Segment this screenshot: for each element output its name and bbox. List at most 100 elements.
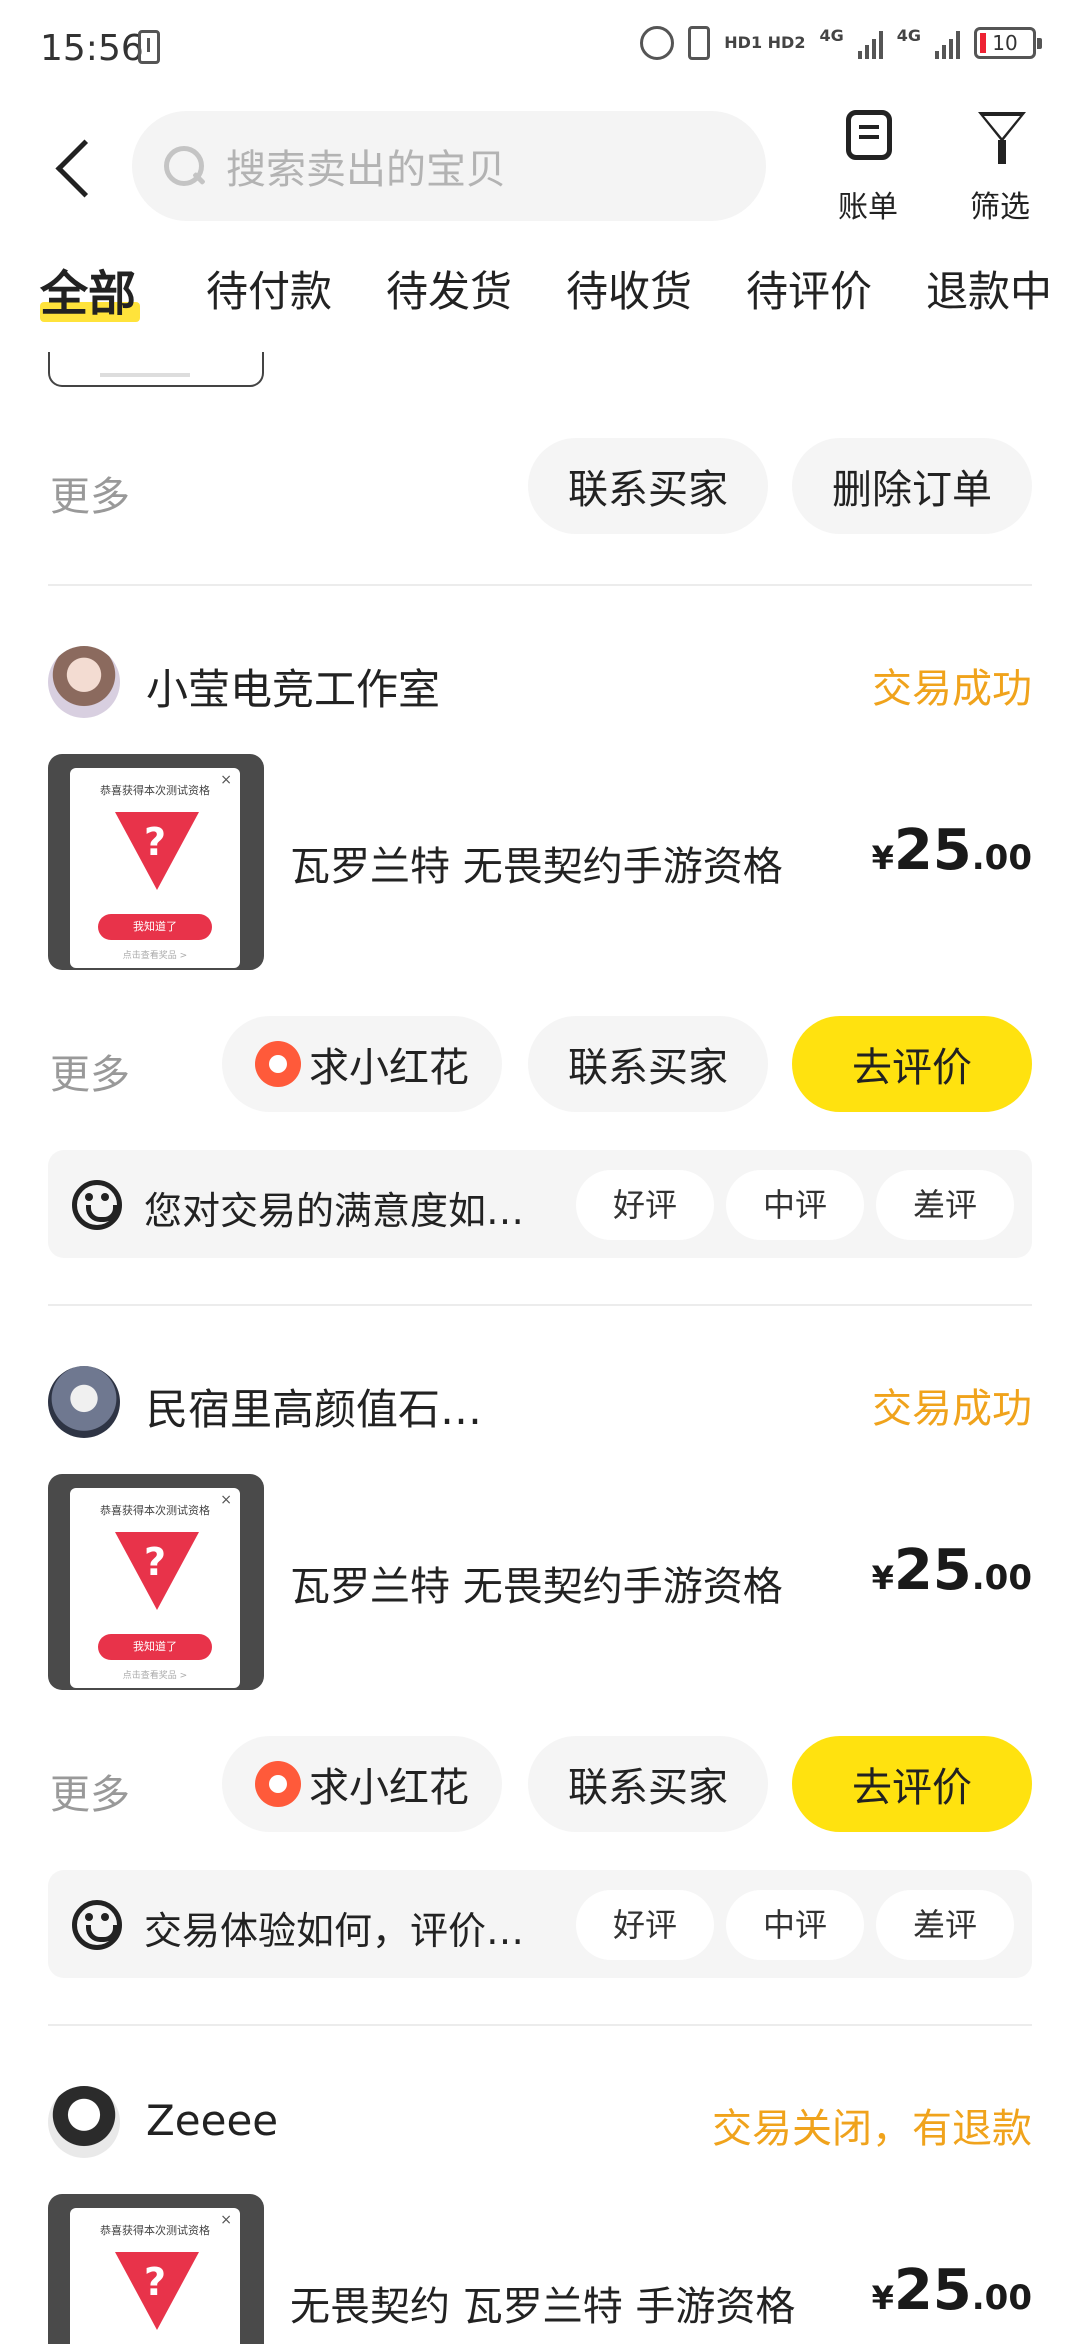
avatar[interactable]: [48, 1366, 120, 1438]
order-actions-0: 更多 联系买家 删除订单: [0, 438, 1080, 538]
ask-flower-button[interactable]: 求小红花: [222, 1016, 502, 1112]
currency-symbol: ¥: [871, 2279, 894, 2317]
price-decimal: .00: [971, 2278, 1032, 2318]
network-type-2: 4G: [896, 26, 921, 45]
currency-symbol: ¥: [871, 839, 894, 877]
battery-icon: 10: [974, 27, 1042, 59]
search-input[interactable]: 搜索卖出的宝贝: [132, 111, 766, 221]
thumbnail-card: 恭喜获得本次测试资格 × ? 我知道了 点击查看奖品 >: [70, 768, 240, 968]
thumbnail-link: 点击查看奖品 >: [122, 951, 188, 961]
filter-button[interactable]: 筛选: [950, 108, 1050, 226]
price-decimal: .00: [971, 1558, 1032, 1598]
order-status: 交易成功: [872, 1386, 1032, 1432]
item-price: ¥25.00: [872, 1538, 1032, 1603]
tab-pending-review[interactable]: 待评价: [746, 258, 872, 319]
rating-question: 交易体验如何，评价…: [144, 1909, 525, 1953]
search-icon: [162, 144, 206, 188]
tab-all-label: 全部: [40, 266, 137, 322]
item-price: ¥25.00: [872, 818, 1032, 883]
order-status: 交易关闭，有退款: [712, 2106, 1032, 2152]
more-button[interactable]: 更多: [50, 1762, 130, 1820]
contact-buyer-button[interactable]: 联系买家: [528, 1736, 768, 1832]
order-tabs: 全部 待付款 待发货 待收货 待评价 退款中: [0, 258, 1080, 328]
header: 搜索卖出的宝贝 账单 筛选: [0, 108, 1080, 226]
smile-icon: [72, 1900, 122, 1950]
rating-bar: 交易体验如何，评价… 好评 中评 差评: [48, 1870, 1032, 1978]
question-mark: ?: [143, 820, 167, 864]
rating-question: 您对交易的满意度如…: [144, 1189, 525, 1233]
more-button[interactable]: 更多: [50, 1042, 130, 1100]
more-button[interactable]: 更多: [50, 464, 130, 522]
order-header[interactable]: Zeeee 交易关闭，有退款: [0, 2082, 1080, 2162]
contact-buyer-button[interactable]: 联系买家: [528, 438, 768, 534]
status-icons: HD1 HD2 4G 4G 10: [640, 26, 1042, 60]
price-integer: 25: [893, 1538, 972, 1603]
signal-icon: [857, 27, 883, 59]
order-header[interactable]: 小莹电竞工作室 交易成功: [0, 642, 1080, 722]
review-button[interactable]: 去评价: [792, 1016, 1032, 1112]
bad-review-chip[interactable]: 差评: [876, 1890, 1014, 1960]
currency-symbol: ¥: [871, 1559, 894, 1597]
bill-button[interactable]: 账单: [818, 108, 918, 226]
thumbnail-card: 恭喜获得本次测试资格 × ?: [70, 2208, 240, 2344]
tab-all[interactable]: 全部: [40, 254, 136, 324]
order-item[interactable]: 恭喜获得本次测试资格 × ? 我知道了 点击查看奖品 > 瓦罗兰特 无畏契约手游…: [0, 1474, 1080, 1694]
tab-pending-receipt[interactable]: 待收货: [566, 258, 692, 319]
vibrate-icon: [688, 26, 711, 60]
status-time: 15:56: [40, 28, 144, 69]
network-type-1: 4G: [819, 26, 844, 45]
price-integer: 25: [893, 818, 972, 883]
notification-icon: [138, 30, 160, 64]
price-integer: 25: [893, 2258, 972, 2323]
order-actions-2: 更多 求小红花 联系买家 去评价: [0, 1736, 1080, 1836]
avatar[interactable]: [48, 646, 120, 718]
order-list[interactable]: 更多 联系买家 删除订单 小莹电竞工作室 交易成功 恭喜获得本次测试资格 × ?…: [0, 352, 1080, 2344]
product-thumbnail[interactable]: 恭喜获得本次测试资格 × ? 我知道了 点击查看奖品 >: [48, 1474, 264, 1690]
product-thumbnail-partial[interactable]: [48, 352, 264, 387]
order-item[interactable]: 恭喜获得本次测试资格 × ? 我知道了 点击查看奖品 > 瓦罗兰特 无畏契约手游…: [0, 754, 1080, 974]
flower-icon: [255, 1761, 301, 1807]
product-thumbnail[interactable]: 恭喜获得本次测试资格 × ?: [48, 2194, 264, 2344]
seller-name: 小莹电竞工作室: [146, 665, 441, 714]
ask-flower-label: 求小红花: [309, 1045, 469, 1091]
thumbnail-link: 点击查看奖品 >: [122, 1671, 188, 1681]
order-status: 交易成功: [872, 666, 1032, 712]
close-icon: ×: [220, 772, 232, 788]
price-decimal: .00: [971, 838, 1032, 878]
item-name: 瓦罗兰特 无畏契约手游资格: [290, 1564, 783, 1610]
contact-buyer-button[interactable]: 联系买家: [528, 1016, 768, 1112]
thumbnail-button: 我知道了: [98, 1634, 212, 1660]
thumbnail-card: 恭喜获得本次测试资格 × ? 我知道了 点击查看奖品 >: [70, 1488, 240, 1688]
seller-name: Zeeee: [146, 2096, 279, 2145]
divider: [48, 2024, 1032, 2026]
tab-pending-payment[interactable]: 待付款: [206, 258, 332, 319]
divider: [48, 584, 1032, 586]
close-icon: ×: [220, 2212, 232, 2228]
item-name: 无畏契约 瓦罗兰特 手游资格: [290, 2284, 796, 2330]
good-review-chip[interactable]: 好评: [576, 1890, 714, 1960]
ask-flower-button[interactable]: 求小红花: [222, 1736, 502, 1832]
thumbnail-title: 恭喜获得本次测试资格: [100, 2224, 210, 2237]
back-button[interactable]: [48, 128, 108, 208]
search-placeholder: 搜索卖出的宝贝: [226, 147, 506, 193]
ask-flower-label: 求小红花: [309, 1765, 469, 1811]
product-thumbnail[interactable]: 恭喜获得本次测试资格 × ? 我知道了 点击查看奖品 >: [48, 754, 264, 970]
divider: [48, 1304, 1032, 1306]
alarm-icon: [640, 26, 675, 60]
order-header[interactable]: 民宿里高颜值石… 交易成功: [0, 1362, 1080, 1442]
bad-review-chip[interactable]: 差评: [876, 1170, 1014, 1240]
delete-order-button[interactable]: 删除订单: [792, 438, 1032, 534]
good-review-chip[interactable]: 好评: [576, 1170, 714, 1240]
neutral-review-chip[interactable]: 中评: [726, 1890, 864, 1960]
signal-icon-2: [935, 27, 960, 59]
neutral-review-chip[interactable]: 中评: [726, 1170, 864, 1240]
tab-pending-shipment[interactable]: 待发货: [386, 258, 512, 319]
bill-icon: [846, 110, 892, 160]
bill-label: 账单: [838, 190, 898, 225]
avatar[interactable]: [48, 2086, 120, 2158]
question-mark: ?: [143, 1540, 167, 1584]
seller-name: 民宿里高颜值石…: [146, 1385, 483, 1434]
order-item[interactable]: 恭喜获得本次测试资格 × ? 无畏契约 瓦罗兰特 手游资格 ¥25.00: [0, 2194, 1080, 2344]
review-button[interactable]: 去评价: [792, 1736, 1032, 1832]
tab-refunding[interactable]: 退款中: [926, 258, 1052, 319]
